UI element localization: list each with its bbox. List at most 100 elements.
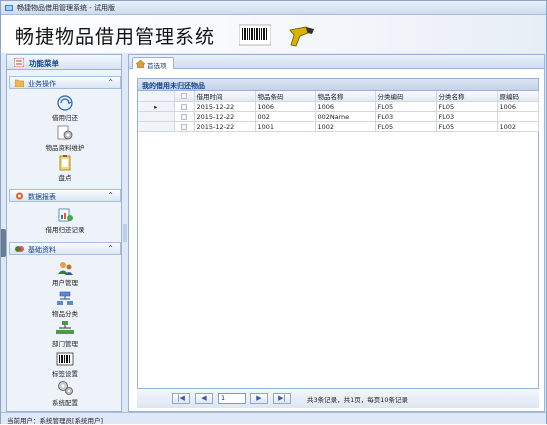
unreturned-items-panel: 我的借用未归还物品 借用时间 物品条码 物品名称 分类编码 分类名称 原编码 ▸… — [137, 78, 539, 408]
users-icon — [58, 262, 73, 275]
sidebar-item-users[interactable]: 用户管理 — [9, 260, 121, 287]
sidebar-item-label: 用户管理 — [52, 279, 78, 287]
select-all-checkbox[interactable] — [174, 91, 195, 102]
clipboard-icon — [59, 155, 71, 171]
status-bar: 当前用户：系统管理员[系统用户] — [1, 412, 546, 425]
category-icon — [57, 291, 73, 305]
table-cell[interactable]: 1002 — [315, 121, 376, 132]
pager-info: 共3条记录，共1页，每页10条记录 — [307, 396, 409, 404]
row-header-corner — [138, 91, 175, 102]
sidebar-item-categories[interactable]: 物品分类 — [9, 291, 121, 318]
sidebar-item-departments[interactable]: 部门管理 — [9, 321, 121, 348]
table-cell[interactable]: 2015-12-22 — [194, 121, 256, 132]
sidebar-header: 功能菜单 — [7, 55, 121, 70]
report-icon — [58, 208, 73, 222]
table-cell[interactable]: FL05 — [375, 121, 437, 132]
main-area: 首选项 我的借用未归还物品 借用时间 物品条码 物品名称 分类编码 分类名称 原… — [128, 54, 545, 412]
system-title: 畅捷物品借用管理系统 — [15, 26, 216, 48]
prev-page-button[interactable]: ◀ — [195, 393, 213, 404]
table-cell[interactable]: FL03 — [436, 111, 498, 122]
last-page-button[interactable]: ▶| — [273, 393, 291, 404]
sidebar-item-label: 系统配置 — [52, 399, 78, 407]
table-cell[interactable]: 1006 — [497, 101, 539, 112]
section-label: 业务操作 — [28, 80, 56, 88]
section-label: 数据报表 — [28, 193, 56, 201]
sidebar-item-item-maintenance[interactable]: 物品资料维护 — [9, 125, 121, 152]
row-header — [138, 121, 175, 132]
table-cell[interactable]: FL05 — [375, 101, 437, 112]
row-checkbox[interactable] — [174, 111, 195, 122]
sidebar-item-label: 标签设置 — [52, 370, 78, 378]
home-icon — [136, 60, 145, 68]
sidebar-item-inventory[interactable]: 盘点 — [9, 155, 121, 182]
barcode-icon — [239, 24, 271, 46]
table-cell[interactable]: FL05 — [436, 121, 498, 132]
tab-home[interactable]: 首选项 — [132, 57, 174, 70]
grid-header-row: 借用时间 物品条码 物品名称 分类编码 分类名称 原编码 — [138, 91, 539, 102]
column-header[interactable]: 物品条码 — [255, 91, 316, 102]
sidebar-item-borrow-records[interactable]: 借用归还记录 — [9, 207, 121, 234]
table-cell[interactable]: 002 — [255, 111, 316, 122]
column-header[interactable]: 分类编码 — [375, 91, 437, 102]
table-cell[interactable]: FL03 — [375, 111, 437, 122]
table-row[interactable]: 2015-12-22 1001 1002 FL05 FL05 1002 — [138, 121, 539, 132]
panel-title: 我的借用未归还物品 — [142, 82, 205, 90]
scanner-icon — [289, 26, 314, 47]
current-row-indicator-icon: ▸ — [138, 101, 175, 112]
sidebar-item-label: 部门管理 — [52, 340, 78, 348]
org-chart-icon — [56, 321, 74, 334]
column-header[interactable]: 分类名称 — [436, 91, 498, 102]
splitter-knob[interactable] — [123, 224, 127, 242]
section-basic-data[interactable]: 基础资料 ⌃ — [9, 242, 121, 255]
table-cell[interactable]: 2015-12-22 — [194, 101, 256, 112]
pager: |◀ ◀ 1 ▶ ▶| 共3条记录，共1页，每页10条记录 — [137, 388, 539, 408]
sidebar-title: 功能菜单 — [29, 59, 59, 68]
next-page-button[interactable]: ▶ — [250, 393, 268, 404]
splitter[interactable] — [123, 54, 127, 412]
column-header[interactable]: 借用时间 — [194, 91, 256, 102]
table-cell[interactable]: 1002 — [497, 121, 539, 132]
sidebar-item-borrow-return[interactable]: 借用归还 — [9, 95, 121, 122]
sidebar-item-system-config[interactable]: 系统配置 — [9, 380, 121, 407]
header-banner: 畅捷物品借用管理系统 — [1, 15, 546, 53]
basic-data-icon — [15, 246, 24, 252]
table-cell[interactable]: 1006 — [315, 101, 376, 112]
row-checkbox[interactable] — [174, 101, 195, 112]
tab-strip: 首选项 — [129, 55, 544, 70]
column-header[interactable]: 原编码 — [497, 91, 539, 102]
report-folder-icon — [16, 192, 23, 200]
gear-icon — [57, 125, 73, 140]
items-grid: 借用时间 物品条码 物品名称 分类编码 分类名称 原编码 ▸ 2015-12-2… — [138, 91, 539, 132]
panel-header: 我的借用未归还物品 — [138, 79, 538, 91]
table-cell[interactable]: 1006 — [255, 101, 316, 112]
menu-icon — [14, 58, 24, 67]
section-reports[interactable]: 数据报表 ⌃ — [9, 189, 121, 202]
section-label: 基础资料 — [28, 246, 56, 254]
app-icon — [5, 5, 13, 11]
window-title: 畅捷物品借用管理系统 - 试用版 — [17, 4, 115, 12]
collapse-chevron-icon[interactable]: ⌃ — [107, 244, 114, 253]
collapse-chevron-icon[interactable]: ⌃ — [107, 78, 114, 87]
table-cell[interactable] — [497, 111, 539, 122]
section-business[interactable]: 业务操作 ⌃ — [9, 76, 121, 89]
table-cell[interactable]: 002Name — [315, 111, 376, 122]
first-page-button[interactable]: |◀ — [172, 393, 190, 404]
column-header[interactable]: 物品名称 — [315, 91, 376, 102]
borrow-return-icon — [57, 95, 73, 111]
page-number-input[interactable]: 1 — [218, 393, 246, 404]
table-cell[interactable]: 2015-12-22 — [194, 111, 256, 122]
collapse-chevron-icon[interactable]: ⌃ — [107, 191, 114, 200]
sidebar-item-label-settings[interactable]: 标签设置 — [9, 351, 121, 378]
table-row[interactable]: 2015-12-22 002 002Name FL03 FL03 — [138, 111, 539, 122]
table-row[interactable]: ▸ 2015-12-22 1006 1006 FL05 FL05 1006 — [138, 101, 539, 112]
table-cell[interactable]: FL05 — [436, 101, 498, 112]
title-bar: 畅捷物品借用管理系统 - 试用版 — [1, 1, 546, 15]
sidebar-item-label: 物品资料维护 — [45, 144, 85, 152]
barcode-icon — [56, 352, 74, 366]
sidebar-item-label: 物品分类 — [52, 310, 78, 318]
row-checkbox[interactable] — [174, 121, 195, 132]
app-window: 畅捷物品借用管理系统 - 试用版 畅捷物品借用管理系统 功能菜单 业务操作 ⌃ — [0, 0, 547, 425]
sidebar-item-label: 盘点 — [58, 174, 72, 182]
table-cell[interactable]: 1001 — [255, 121, 316, 132]
row-header — [138, 111, 175, 122]
